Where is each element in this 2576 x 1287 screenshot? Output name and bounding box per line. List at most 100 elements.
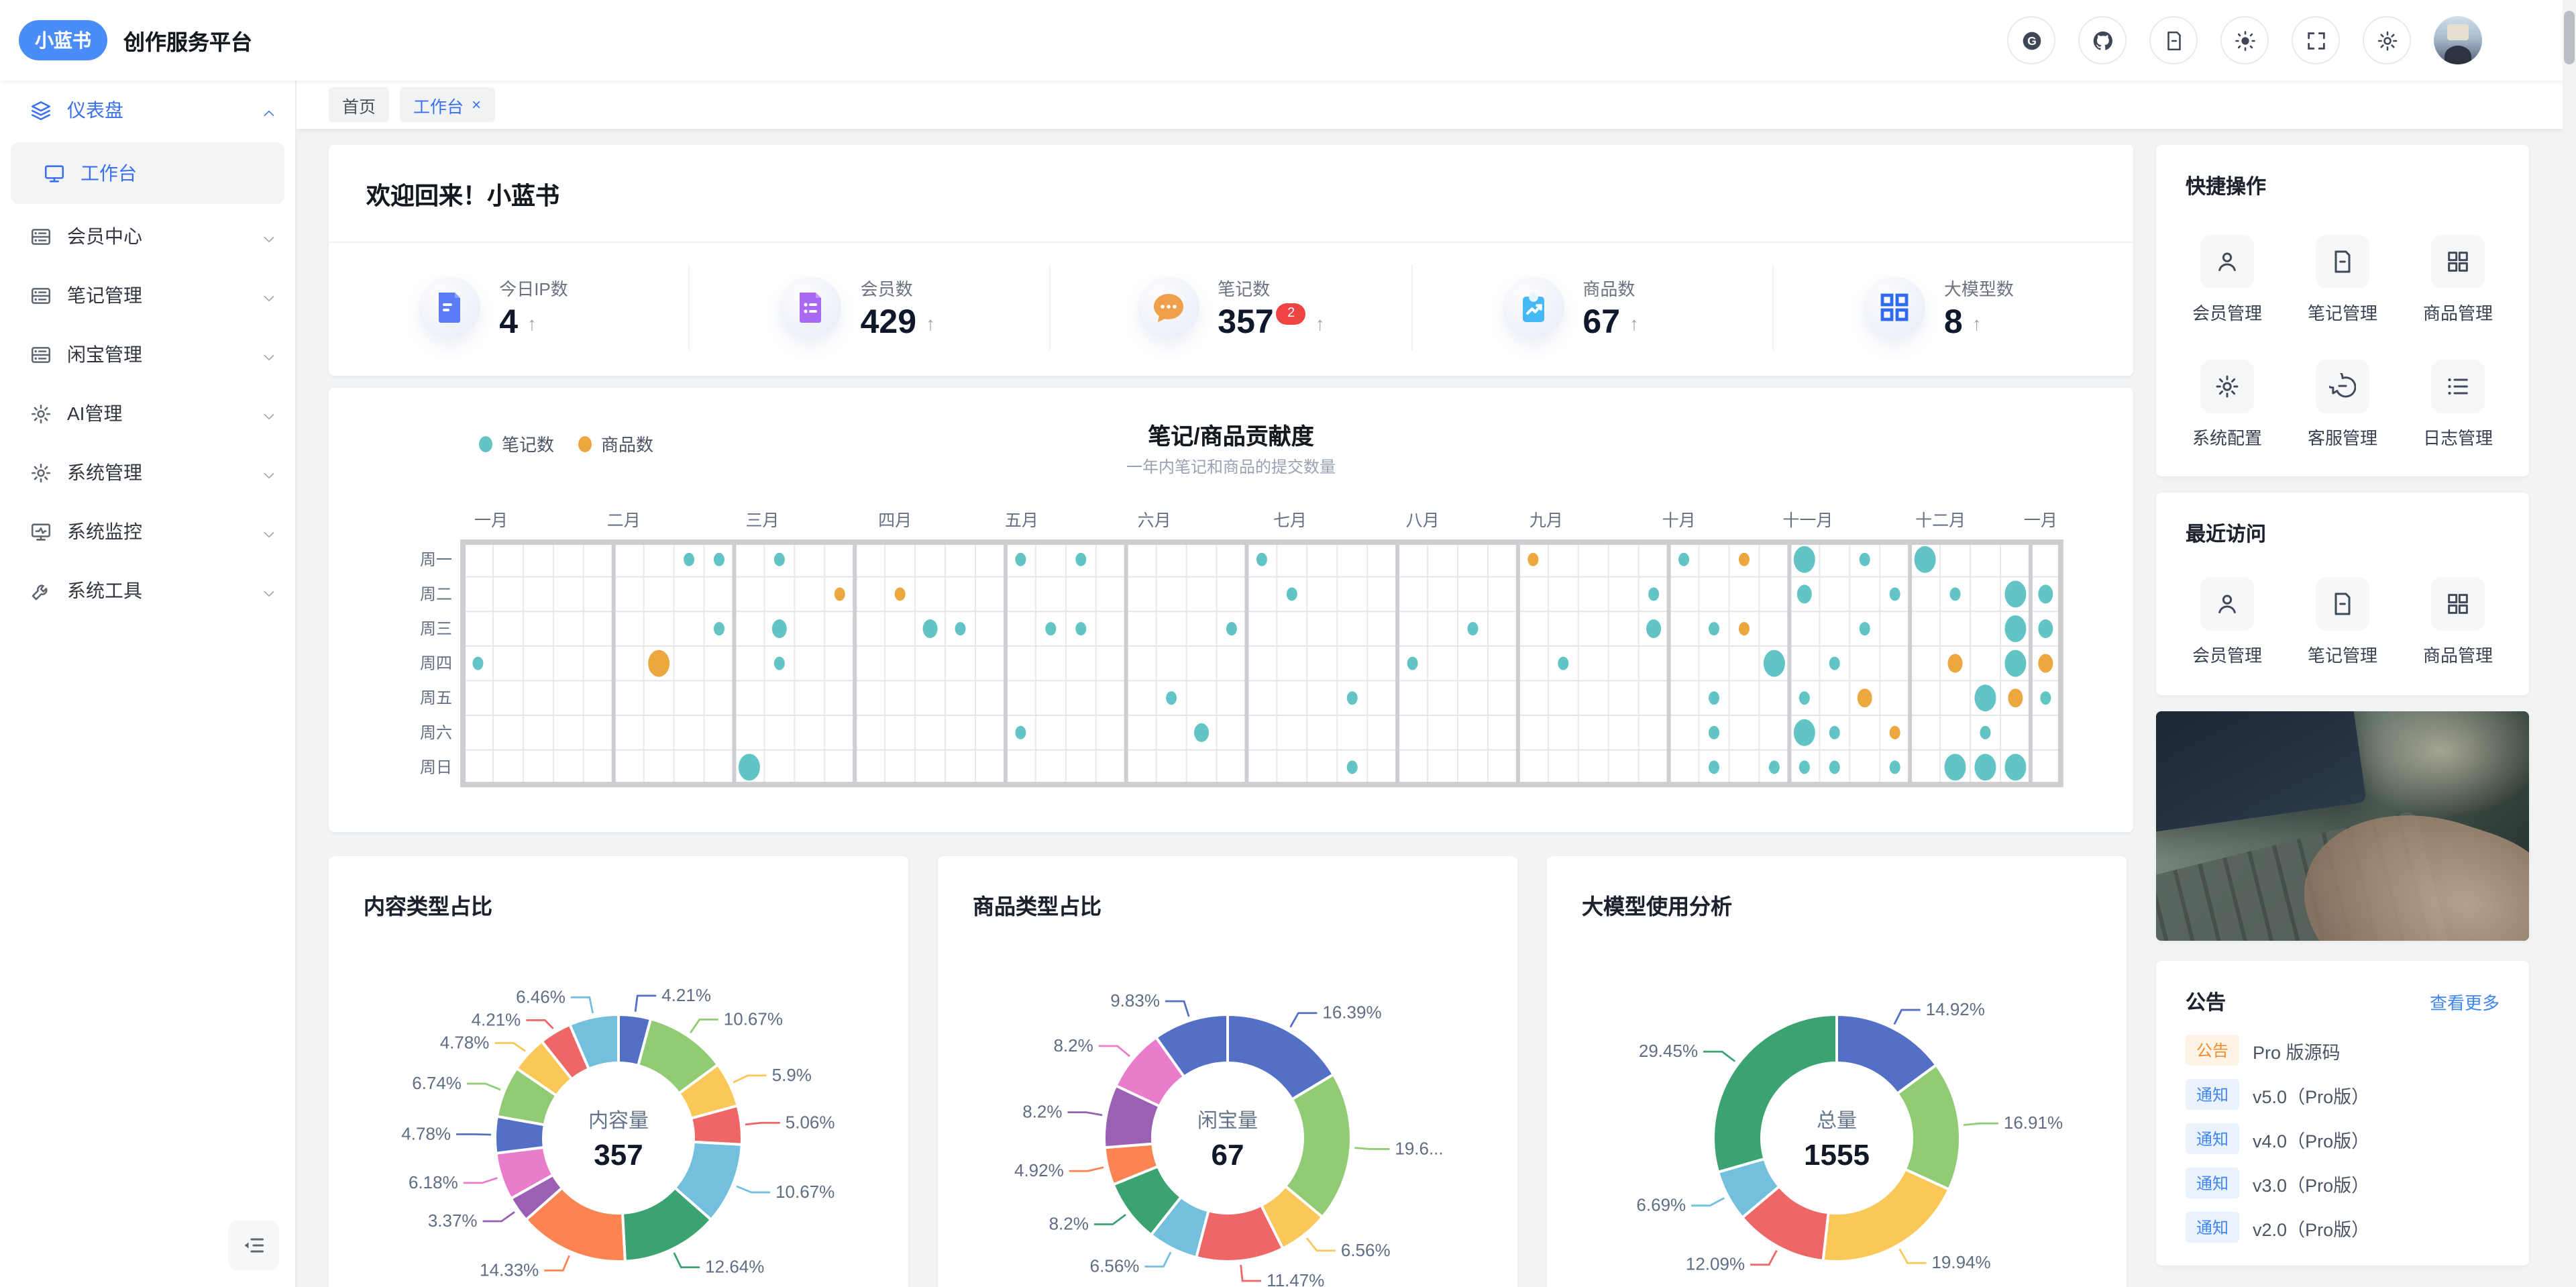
- note-dot: [1347, 691, 1358, 705]
- pie-slice: [1823, 1170, 1949, 1262]
- pie-percent-label: 4.78%: [440, 1032, 490, 1052]
- trend-up-icon: ↑: [1629, 313, 1639, 332]
- ip-doc-icon: [419, 276, 480, 338]
- note-dot: [1799, 760, 1810, 774]
- month-label: 十一月: [1782, 511, 1833, 530]
- product-dot: [1527, 553, 1538, 566]
- note-dot: [1829, 726, 1840, 739]
- grid-icon: [2431, 577, 2485, 631]
- github-icon[interactable]: [2078, 16, 2127, 64]
- quick-op-2[interactable]: 商品管理: [2400, 235, 2516, 325]
- trend-up-icon: ↑: [1316, 313, 1325, 332]
- note-dot: [774, 553, 785, 566]
- notice-item-4[interactable]: 通知v2.0（Pro版）: [2186, 1212, 2500, 1243]
- pie-percent-label: 8.2%: [1049, 1213, 1089, 1233]
- pie-title: 商品类型占比: [938, 856, 1517, 921]
- sidebar-item-0[interactable]: 仪表盘: [0, 81, 295, 140]
- stat-badge: 2: [1277, 303, 1306, 324]
- label-line: [1069, 1168, 1104, 1172]
- notice-text: v2.0（Pro版）: [2253, 1214, 2369, 1241]
- svg-text:G: G: [2027, 34, 2036, 47]
- notice-tag: 公告: [2186, 1035, 2239, 1066]
- scrollbar-thumb[interactable]: [2564, 11, 2575, 64]
- document-icon[interactable]: [2149, 16, 2198, 64]
- notice-text: v4.0（Pro版）: [2253, 1125, 2369, 1152]
- tab-workbench[interactable]: 工作台 ×: [400, 87, 494, 122]
- quick-op-0[interactable]: 会员管理: [2169, 235, 2285, 325]
- quick-op-5[interactable]: 日志管理: [2400, 360, 2516, 450]
- quick-ops-title: 快捷操作: [2156, 145, 2529, 200]
- note-dot: [1915, 546, 1936, 573]
- stat-number: 357: [1218, 306, 1273, 340]
- sidebar-item-label: AI管理: [67, 400, 122, 427]
- month-label: 一月: [474, 511, 508, 530]
- notice-more-link[interactable]: 查看更多: [2430, 989, 2500, 1015]
- recent-item-0[interactable]: 会员管理: [2169, 577, 2285, 667]
- settings-gear-icon[interactable]: [2363, 16, 2411, 64]
- pie-percent-label: 16.39%: [1322, 1002, 1381, 1023]
- quick-op-4[interactable]: 客服管理: [2285, 360, 2400, 450]
- label-line: [1900, 1249, 1927, 1263]
- notice-list: 公告Pro 版源码通知v5.0（Pro版） 通知v4.0（Pro版） 通知v3.0（…: [2156, 1035, 2529, 1243]
- quick-op-label: 商品管理: [2423, 299, 2493, 325]
- notice-item-0[interactable]: 公告Pro 版源码: [2186, 1035, 2500, 1066]
- stat-info: 大模型数8↑: [1944, 275, 2043, 340]
- pie-percent-label: 4.92%: [1014, 1160, 1064, 1180]
- list-icon: [30, 225, 52, 248]
- header-actions: G: [2007, 16, 2576, 64]
- pie-percent-label: 6.46%: [516, 986, 566, 1007]
- sidebar-item-3[interactable]: 闲宝管理: [0, 325, 295, 384]
- chevron-down-icon: [262, 524, 276, 539]
- tab-home[interactable]: 首页: [329, 87, 389, 122]
- tab-close-icon[interactable]: ×: [472, 95, 481, 114]
- notice-item-2[interactable]: 通知v4.0（Pro版）: [2186, 1123, 2500, 1154]
- label-line: [456, 1134, 491, 1135]
- content-type-pie-card: 内容类型占比4.21%10.67%5.9%5.06%10.67%12.64%14…: [329, 856, 908, 1287]
- notice-item-1[interactable]: 通知v5.0（Pro版）: [2186, 1079, 2500, 1110]
- recent-visits-card: 最近访问 会员管理笔记管理商品管理: [2156, 493, 2529, 695]
- sidebar-item-7[interactable]: 系统工具: [0, 561, 295, 620]
- stat-label: 会员数: [861, 275, 960, 301]
- label-line: [690, 1019, 718, 1033]
- user-avatar[interactable]: [2434, 16, 2482, 64]
- sidebar-subitem-workbench[interactable]: 工作台: [11, 142, 284, 204]
- sidebar-item-6[interactable]: 系统监控: [0, 502, 295, 561]
- recent-item-2[interactable]: 商品管理: [2400, 577, 2516, 667]
- quick-op-3[interactable]: 系统配置: [2169, 360, 2285, 450]
- notice-item-3[interactable]: 通知v3.0（Pro版）: [2186, 1168, 2500, 1198]
- app-logo[interactable]: 小蓝书: [19, 20, 107, 60]
- gitee-icon[interactable]: G: [2007, 16, 2055, 64]
- chat-icon: [2316, 360, 2369, 413]
- tab-label: 工作台: [413, 92, 464, 117]
- recent-item-1[interactable]: 笔记管理: [2285, 577, 2400, 667]
- pie-center-value: 1555: [1804, 1139, 1870, 1172]
- chevron-down-icon: [262, 229, 276, 244]
- note-dot: [1678, 553, 1689, 566]
- sidebar-item-1[interactable]: 会员中心: [0, 207, 295, 266]
- quick-op-1[interactable]: 笔记管理: [2285, 235, 2400, 325]
- sidebar: 仪表盘工作台会员中心笔记管理闲宝管理 AI管理系统管理系统监控系统工具: [0, 81, 297, 1287]
- product-type-pie-card: 商品类型占比16.39%19.6...6.56%11.47%6.56%8.2%4…: [938, 856, 1517, 1287]
- welcome-card: 欢迎回来！小蓝书 今日IP数4↑会员数429↑笔记数3572↑商品数67↑大模型…: [329, 145, 2133, 376]
- note-dot: [2040, 691, 2051, 705]
- sidebar-item-5[interactable]: 系统管理: [0, 443, 295, 502]
- tab-bar: 首页工作台 ×: [297, 81, 2563, 129]
- sidebar-collapse-button[interactable]: [228, 1220, 279, 1271]
- note-dot: [1860, 622, 1870, 635]
- note-dot: [472, 657, 483, 670]
- sidebar-item-2[interactable]: 笔记管理: [0, 266, 295, 325]
- note-dot: [2004, 754, 2026, 780]
- theme-sun-icon[interactable]: [2220, 16, 2269, 64]
- fullscreen-icon[interactable]: [2292, 16, 2340, 64]
- label-line: [674, 1253, 700, 1268]
- pie-percent-label: 10.67%: [724, 1009, 783, 1029]
- label-line: [526, 1020, 553, 1028]
- stat-value: 4↑: [499, 306, 598, 340]
- sidebar-item-4[interactable]: AI管理: [0, 384, 295, 443]
- pie-percent-label: 14.92%: [1926, 999, 1985, 1019]
- note-dot: [1646, 619, 1661, 638]
- notice-title: 公告: [2186, 988, 2226, 1016]
- sidebar-item-label: 系统管理: [67, 459, 142, 486]
- welcome-title: 欢迎回来！小蓝书: [329, 145, 2133, 212]
- person-icon: [2200, 235, 2254, 289]
